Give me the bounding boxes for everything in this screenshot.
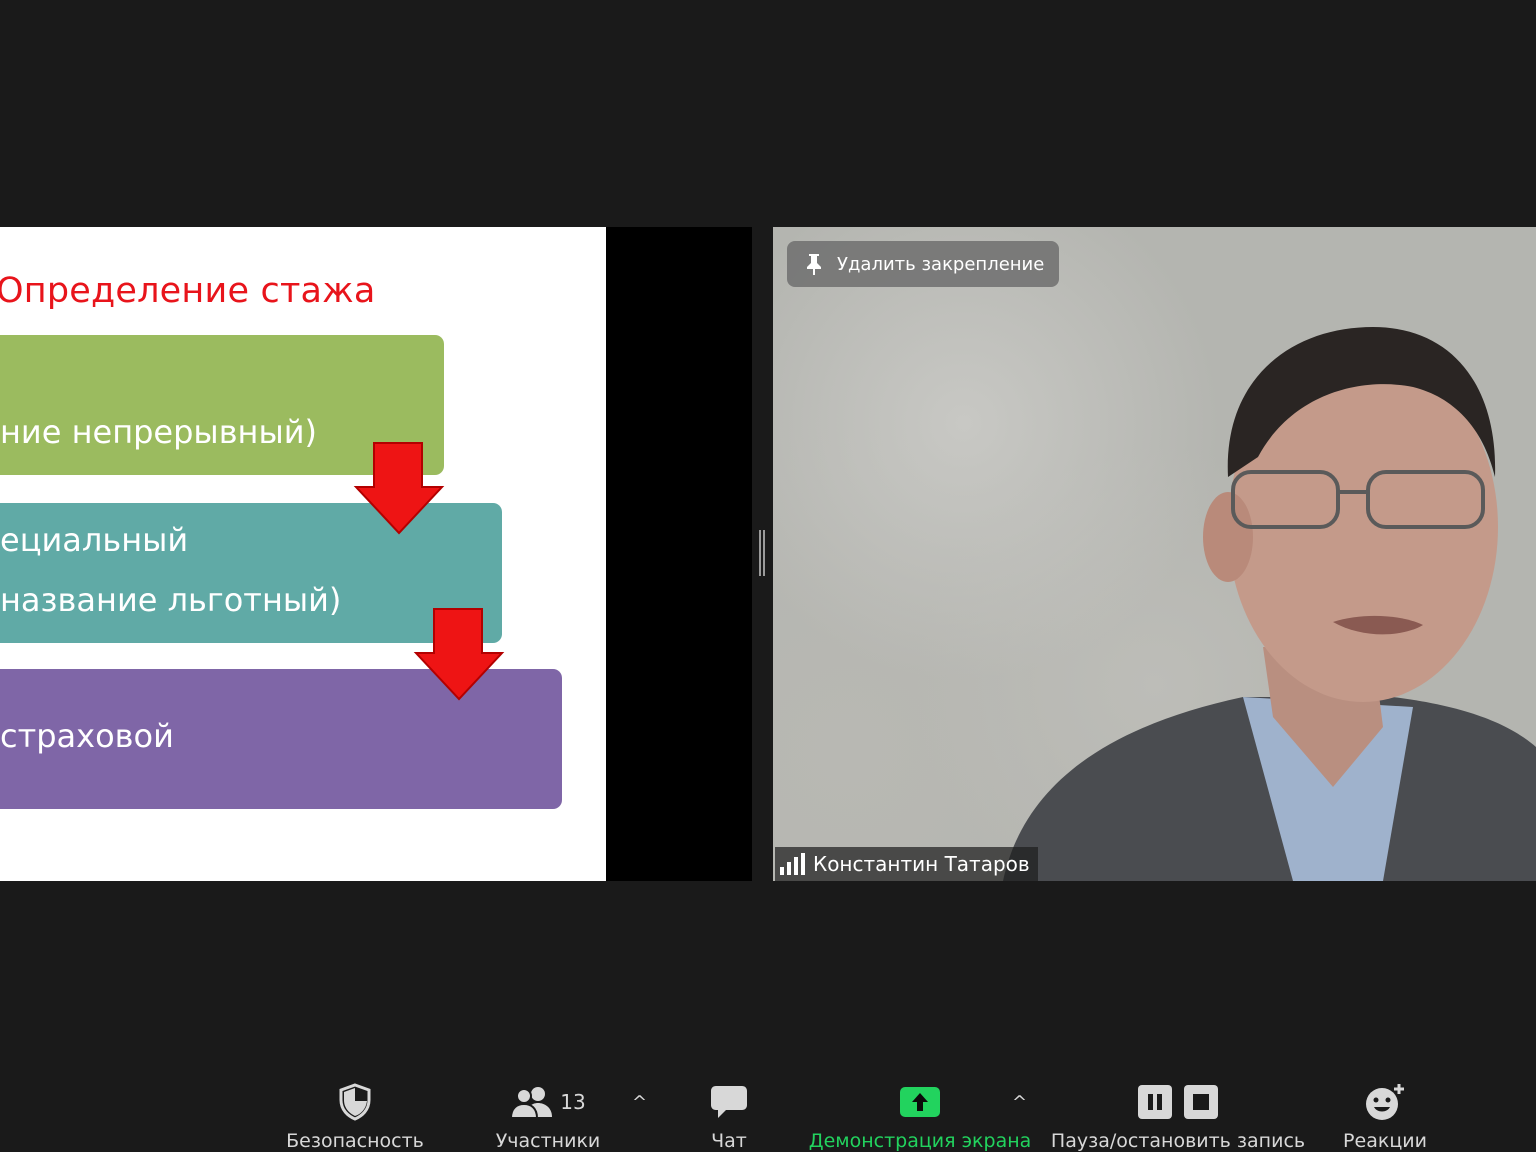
signal-strength-icon <box>780 853 805 875</box>
share-screen-icon <box>900 1087 940 1117</box>
participant-video[interactable]: Удалить закрепление Константин Татаров <box>773 227 1536 881</box>
pause-stop-recording-label: Пауза/остановить запись <box>1050 1130 1306 1152</box>
reactions-button[interactable]: Реакции <box>1340 1080 1430 1152</box>
slide-step-2-text-1: ециальный <box>0 521 189 559</box>
pause-icon <box>1138 1085 1172 1119</box>
unpin-video-label: Удалить закрепление <box>837 253 1045 275</box>
participants-button[interactable]: 13 Участники <box>490 1080 606 1152</box>
slide-step-2-text-2: название льготный) <box>0 581 342 619</box>
shield-icon <box>339 1083 371 1121</box>
chat-label: Чат <box>711 1130 747 1152</box>
stop-icon <box>1184 1085 1218 1119</box>
share-screen-button[interactable]: Демонстрация экрана <box>808 1080 1032 1152</box>
shared-screen-pane: Определение стажа ние непрерывный) ециал… <box>0 227 752 881</box>
split-view-divider-handle[interactable] <box>759 530 765 576</box>
participant-name: Константин Татаров <box>813 852 1030 876</box>
participants-count: 13 <box>560 1090 586 1114</box>
down-arrow-icon <box>353 442 445 535</box>
chat-bubble-icon <box>711 1086 747 1118</box>
participants-options-caret[interactable]: ^ <box>632 1092 647 1113</box>
slide-step-3-text: страховой <box>0 717 174 755</box>
participant-video-image <box>1003 327 1536 881</box>
share-screen-label: Демонстрация экрана <box>808 1130 1032 1152</box>
participants-label: Участники <box>495 1130 601 1152</box>
unpin-video-button[interactable]: Удалить закрепление <box>787 241 1059 287</box>
pause-stop-recording-button[interactable]: Пауза/остановить запись <box>1050 1080 1306 1152</box>
slide-step-1-text: ние непрерывный) <box>0 413 318 451</box>
security-button[interactable]: Безопасность <box>286 1080 424 1152</box>
down-arrow-icon <box>413 608 505 701</box>
security-label: Безопасность <box>286 1130 424 1152</box>
slide-title: Определение стажа <box>0 271 376 311</box>
chat-button[interactable]: Чат <box>698 1080 760 1152</box>
participant-name-tag: Константин Татаров <box>775 847 1038 881</box>
pin-icon <box>807 254 821 275</box>
reaction-emoji-icon <box>1366 1084 1404 1120</box>
reactions-label: Реакции <box>1343 1130 1427 1152</box>
participants-icon <box>510 1087 553 1119</box>
share-screen-options-caret[interactable]: ^ <box>1012 1092 1027 1113</box>
presentation-slide: Определение стажа ние непрерывный) ециал… <box>0 227 606 881</box>
